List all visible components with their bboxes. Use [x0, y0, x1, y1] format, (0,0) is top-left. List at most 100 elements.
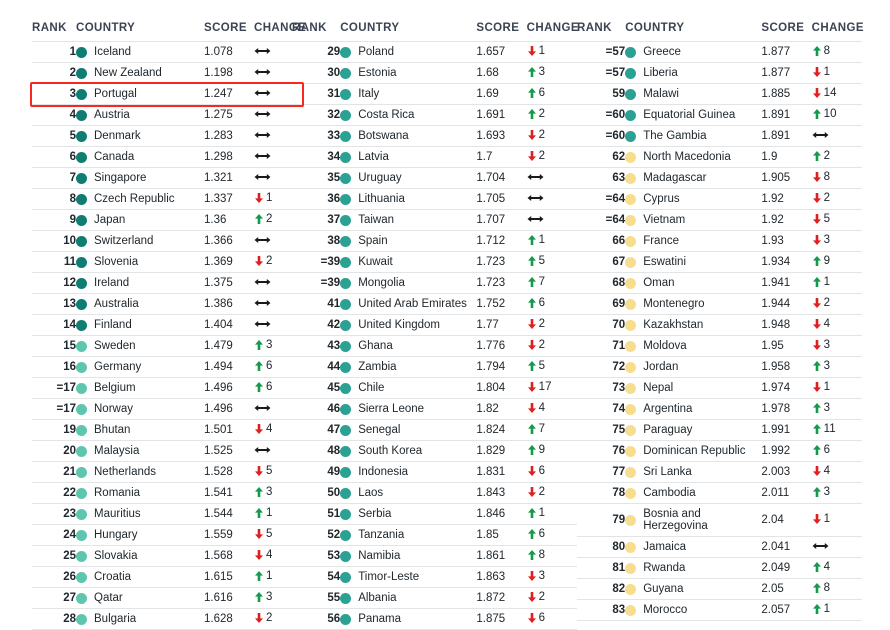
table-row[interactable]: 79 Bosnia and Herzegovina 2.04 1 [577, 503, 862, 537]
table-row[interactable]: 21 Netherlands 1.528 5 [32, 461, 302, 483]
table-row[interactable]: 44 Zambia 1.794 5 [292, 356, 577, 378]
table-row[interactable]: 36 Lithuania 1.705 [292, 188, 577, 210]
arrow-up-icon [812, 486, 822, 498]
table-row[interactable]: 27 Qatar 1.616 3 [32, 587, 302, 609]
table-row[interactable]: =17 Belgium 1.496 6 [32, 377, 302, 399]
table-row[interactable]: 73 Nepal 1.974 1 [577, 377, 862, 399]
table-row[interactable]: =64 Vietnam 1.92 5 [577, 209, 862, 231]
table-row[interactable]: =57 Liberia 1.877 1 [577, 62, 862, 84]
table-row[interactable]: 81 Rwanda 2.049 4 [577, 557, 862, 579]
score-cell: 1.69 [476, 83, 527, 105]
table-row[interactable]: 74 Argentina 1.978 3 [577, 398, 862, 420]
country-dot-icon [76, 382, 87, 394]
table-row[interactable]: 3 Portugal 1.247 [32, 83, 302, 105]
table-row[interactable]: 48 South Korea 1.829 9 [292, 440, 577, 462]
table-row[interactable]: 75 Paraguay 1.991 11 [577, 419, 862, 441]
table-row[interactable]: 66 France 1.93 3 [577, 230, 862, 252]
table-row[interactable]: 77 Sri Lanka 2.003 4 [577, 461, 862, 483]
table-row[interactable]: 30 Estonia 1.68 3 [292, 62, 577, 84]
table-row[interactable]: 11 Slovenia 1.369 2 [32, 251, 302, 273]
table-row[interactable]: 70 Kazakhstan 1.948 4 [577, 314, 862, 336]
table-row[interactable]: 26 Croatia 1.615 1 [32, 566, 302, 588]
table-row[interactable]: =39 Mongolia 1.723 7 [292, 272, 577, 294]
table-row[interactable]: 23 Mauritius 1.544 1 [32, 503, 302, 525]
table-row[interactable]: 71 Moldova 1.95 3 [577, 335, 862, 357]
table-row[interactable]: 76 Dominican Republic 1.992 6 [577, 440, 862, 462]
table-row[interactable]: 67 Eswatini 1.934 9 [577, 251, 862, 273]
table-row[interactable]: 35 Uruguay 1.704 [292, 167, 577, 189]
table-row[interactable]: 72 Jordan 1.958 3 [577, 356, 862, 378]
table-row[interactable]: 42 United Kingdom 1.77 2 [292, 314, 577, 336]
table-row[interactable]: 69 Montenegro 1.944 2 [577, 293, 862, 315]
country-cell: Iceland [76, 41, 204, 63]
table-row[interactable]: 55 Albania 1.872 2 [292, 587, 577, 609]
table-row[interactable]: 43 Ghana 1.776 2 [292, 335, 577, 357]
table-row[interactable]: 16 Germany 1.494 6 [32, 356, 302, 378]
table-row[interactable]: =57 Greece 1.877 8 [577, 41, 862, 63]
change-up: 9 [812, 255, 830, 267]
rank-cell: 46 [292, 398, 341, 420]
table-row[interactable]: =60 The Gambia 1.891 [577, 125, 862, 147]
table-row[interactable]: 45 Chile 1.804 17 [292, 377, 577, 399]
table-row[interactable]: 9 Japan 1.36 2 [32, 209, 302, 231]
table-row[interactable]: 46 Sierra Leone 1.82 4 [292, 398, 577, 420]
table-row[interactable]: 80 Jamaica 2.041 [577, 536, 862, 558]
table-row[interactable]: 68 Oman 1.941 1 [577, 272, 862, 294]
table-row[interactable]: 4 Austria 1.275 [32, 104, 302, 126]
table-row[interactable]: 12 Ireland 1.375 [32, 272, 302, 294]
table-row[interactable]: 14 Finland 1.404 [32, 314, 302, 336]
table-row[interactable]: 51 Serbia 1.846 1 [292, 503, 577, 525]
table-row[interactable]: 29 Poland 1.657 1 [292, 41, 577, 63]
table-row[interactable]: 5 Denmark 1.283 [32, 125, 302, 147]
table-row[interactable]: 56 Panama 1.875 6 [292, 608, 577, 630]
table-row[interactable]: 53 Namibia 1.861 8 [292, 545, 577, 567]
table-row[interactable]: 1 Iceland 1.078 [32, 41, 302, 63]
table-row[interactable]: 25 Slovakia 1.568 4 [32, 545, 302, 567]
score-cell: 1.92 [761, 209, 812, 231]
table-row[interactable]: 54 Timor-Leste 1.863 3 [292, 566, 577, 588]
table-row[interactable]: 24 Hungary 1.559 5 [32, 524, 302, 546]
table-row[interactable]: 7 Singapore 1.321 [32, 167, 302, 189]
table-row[interactable]: 28 Bulgaria 1.628 2 [32, 608, 302, 630]
table-row[interactable]: 83 Morocco 2.057 1 [577, 599, 862, 621]
table-row[interactable]: 78 Cambodia 2.011 3 [577, 482, 862, 504]
table-row[interactable]: 22 Romania 1.541 3 [32, 482, 302, 504]
table-row[interactable]: 8 Czech Republic 1.337 1 [32, 188, 302, 210]
table-row[interactable]: 34 Latvia 1.7 2 [292, 146, 577, 168]
table-row[interactable]: =39 Kuwait 1.723 5 [292, 251, 577, 273]
table-row[interactable]: 6 Canada 1.298 [32, 146, 302, 168]
table-row[interactable]: 19 Bhutan 1.501 4 [32, 419, 302, 441]
country-dot-icon [76, 592, 87, 604]
change-value: 3 [823, 338, 831, 351]
table-row[interactable]: =60 Equatorial Guinea 1.891 10 [577, 104, 862, 126]
rank-cell: =64 [577, 188, 626, 210]
table-row[interactable]: 10 Switzerland 1.366 [32, 230, 302, 252]
score-cell: 1.872 [476, 587, 527, 609]
table-row[interactable]: 41 United Arab Emirates 1.752 6 [292, 293, 577, 315]
table-row[interactable]: 31 Italy 1.69 6 [292, 83, 577, 105]
table-row[interactable]: 52 Tanzania 1.85 6 [292, 524, 577, 546]
country-dot-icon [76, 151, 87, 163]
table-row[interactable]: 49 Indonesia 1.831 6 [292, 461, 577, 483]
table-row[interactable]: =64 Cyprus 1.92 2 [577, 188, 862, 210]
table-row[interactable]: 33 Botswana 1.693 2 [292, 125, 577, 147]
country-name: Italy [358, 88, 380, 100]
table-row[interactable]: 59 Malawi 1.885 14 [577, 83, 862, 105]
table-row[interactable]: 2 New Zealand 1.198 [32, 62, 302, 84]
country-wrapper: Singapore [76, 172, 204, 184]
table-row[interactable]: 20 Malaysia 1.525 [32, 440, 302, 462]
table-row[interactable]: 38 Spain 1.712 1 [292, 230, 577, 252]
table-row[interactable]: 37 Taiwan 1.707 [292, 209, 577, 231]
table-row[interactable]: 13 Australia 1.386 [32, 293, 302, 315]
table-row[interactable]: 63 Madagascar 1.905 8 [577, 167, 862, 189]
table-row[interactable]: 47 Senegal 1.824 7 [292, 419, 577, 441]
table-row[interactable]: 32 Costa Rica 1.691 2 [292, 104, 577, 126]
table-row[interactable]: =17 Norway 1.496 [32, 398, 302, 420]
table-row[interactable]: 62 North Macedonia 1.9 2 [577, 146, 862, 168]
table-row[interactable]: 82 Guyana 2.05 8 [577, 578, 862, 600]
table-row[interactable]: 15 Sweden 1.479 3 [32, 335, 302, 357]
arrow-up-icon [812, 255, 822, 267]
change-value: 8 [823, 581, 831, 594]
country-dot-icon [340, 151, 352, 163]
table-row[interactable]: 50 Laos 1.843 2 [292, 482, 577, 504]
